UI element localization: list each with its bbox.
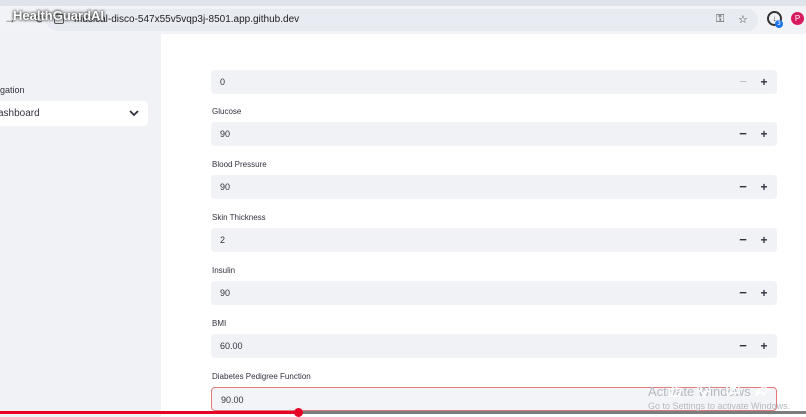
video-title: HealthGuardAI <box>13 8 105 23</box>
input-value: 90 <box>220 182 231 192</box>
blood-pressure-input[interactable]: 90 − + <box>211 175 777 199</box>
decrement-button[interactable]: − <box>734 177 752 197</box>
bmi-input[interactable]: 60.00 − + <box>211 334 777 358</box>
increment-button[interactable]: + <box>755 177 773 197</box>
input-value: 0 <box>220 77 226 87</box>
sidebar: igation ashboard <box>0 34 161 417</box>
glucose-label: Glucose <box>212 107 242 116</box>
insulin-input[interactable]: 90 − + <box>211 281 777 305</box>
navigation-label: igation <box>0 85 25 95</box>
decrement-button[interactable]: − <box>734 283 752 303</box>
like-icon[interactable] <box>666 381 684 399</box>
share-icon[interactable] <box>753 381 771 399</box>
main-content: 0 − + Glucose 90 − + Blood Pressure 90 −… <box>161 34 806 417</box>
blood-pressure-label: Blood Pressure <box>212 160 267 169</box>
profile-avatar[interactable]: P <box>791 12 804 25</box>
comment-icon[interactable] <box>724 381 742 399</box>
input-value: 90 <box>220 288 231 298</box>
increment-button[interactable]: + <box>755 124 773 144</box>
decrement-button[interactable]: − <box>734 336 752 356</box>
dislike-icon[interactable] <box>695 381 713 399</box>
input-value: 90 <box>220 129 231 139</box>
input-value: 90.00 <box>221 395 244 405</box>
activation-watermark-text: Go to Settings to activate Windows. <box>648 401 791 411</box>
number-input-top[interactable]: 0 − + <box>211 70 777 94</box>
decrement-button[interactable]: − <box>734 124 752 144</box>
url-text[interactable]: musical-disco-547x55v5vqp3j-8501.app.git… <box>74 14 299 25</box>
insulin-label: Insulin <box>212 266 236 275</box>
input-value: 60.00 <box>220 341 243 351</box>
increment-button[interactable]: + <box>755 283 773 303</box>
download-badge: 3 <box>775 20 783 28</box>
increment-button[interactable]: + <box>755 230 773 250</box>
video-action-bar <box>660 378 806 402</box>
glucose-input[interactable]: 90 − + <box>211 122 777 146</box>
navigation-select[interactable]: ashboard <box>0 101 148 126</box>
password-key-icon[interactable]: ⚿ <box>716 13 724 26</box>
tab-strip <box>0 0 806 6</box>
skin-thickness-label: Skin Thickness <box>212 213 266 222</box>
skin-thickness-input[interactable]: 2 − + <box>211 228 777 252</box>
input-value: 2 <box>220 235 226 245</box>
chevron-down-icon <box>129 110 139 117</box>
browser-toolbar: → ⟳ musical-disco-547x55v5vqp3j-8501.app… <box>0 0 806 34</box>
navigation-selected-value: ashboard <box>0 108 40 119</box>
decrement-button[interactable]: − <box>734 230 752 250</box>
bookmark-star-icon[interactable]: ☆ <box>738 13 748 26</box>
address-bar[interactable]: musical-disco-547x55v5vqp3j-8501.app.git… <box>46 9 758 31</box>
increment-button[interactable]: + <box>755 72 773 92</box>
diabetes-pedigree-label: Diabetes Pedigree Function <box>212 372 311 381</box>
video-progress-fill <box>0 411 299 414</box>
sparkle-icon[interactable] <box>782 381 800 399</box>
increment-button[interactable]: + <box>755 336 773 356</box>
decrement-button[interactable]: − <box>734 72 752 92</box>
bmi-label: BMI <box>212 319 227 328</box>
